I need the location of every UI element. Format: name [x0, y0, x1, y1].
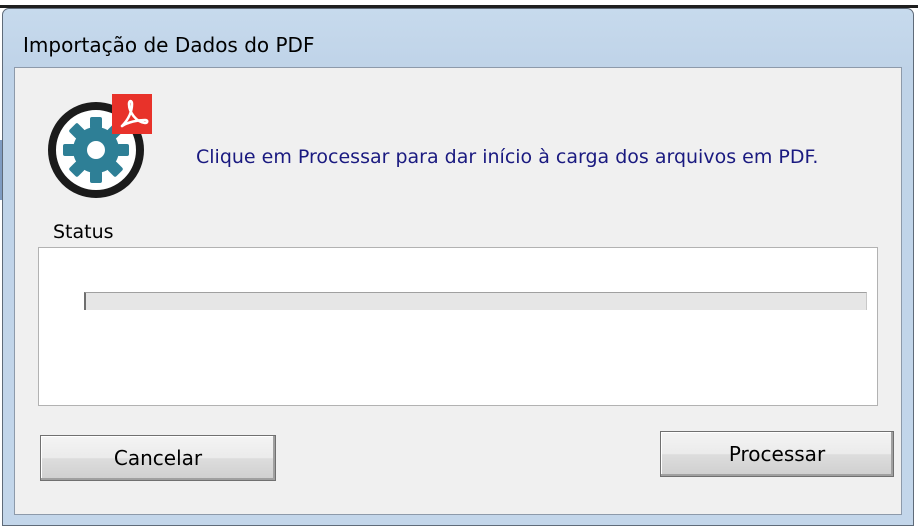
- cancel-button[interactable]: Cancelar: [40, 435, 276, 481]
- title-bar[interactable]: Importação de Dados do PDF: [3, 9, 913, 67]
- window-title: Importação de Dados do PDF: [23, 33, 315, 57]
- pdf-icon: [112, 94, 152, 134]
- gear-pdf-logo: [48, 94, 152, 198]
- import-dialog: Importação de Dados do PDF Clique em Pro…: [2, 8, 914, 526]
- status-label: Status: [49, 221, 118, 243]
- background-window-strip: [0, 0, 918, 8]
- app-logo: [46, 90, 156, 200]
- progress-bar: [84, 292, 867, 310]
- status-groupbox: Status: [38, 221, 878, 406]
- dialog-content: Clique em Processar para dar início à ca…: [14, 67, 902, 515]
- groupbox-header-band: [38, 233, 878, 248]
- instruction-message: Clique em Processar para dar início à ca…: [196, 146, 819, 168]
- process-button[interactable]: Processar: [660, 431, 894, 477]
